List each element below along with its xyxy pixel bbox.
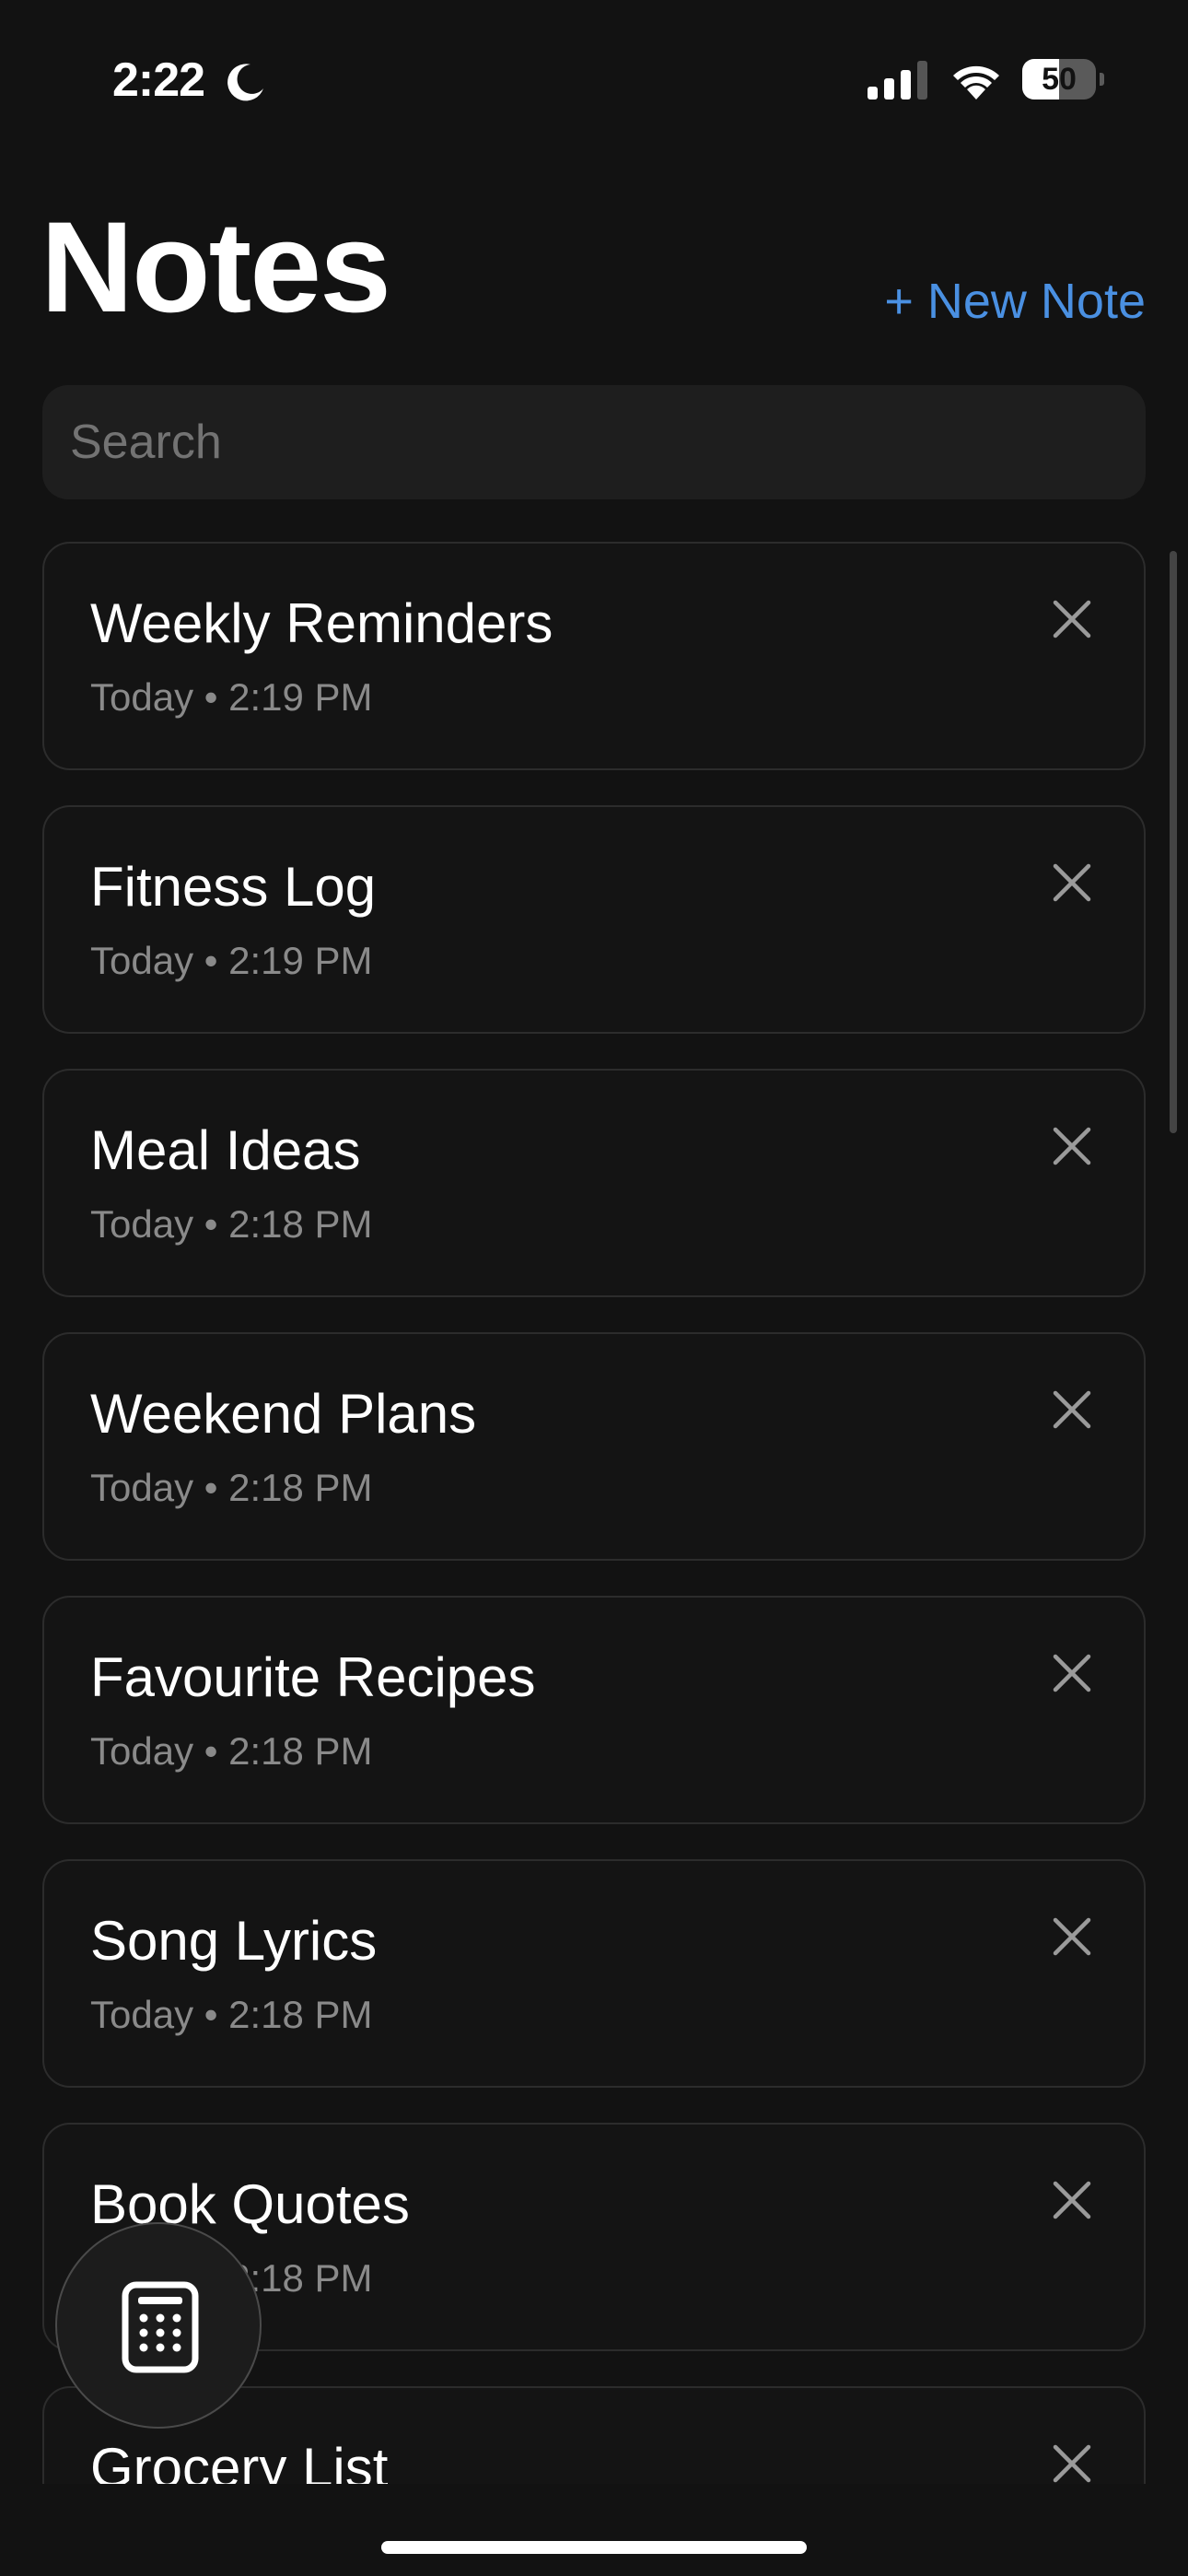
note-card[interactable]: Weekend Plans Today • 2:18 PM [42,1332,1146,1561]
note-title: Fitness Log [90,856,377,918]
bullet-separator: • [193,1466,229,1509]
note-time: 2:18 PM [228,1993,373,2036]
note-date: Today [90,1202,194,1246]
search-input[interactable] [42,385,1146,499]
note-card[interactable]: Song Lyrics Today • 2:18 PM [42,1859,1146,2088]
close-icon[interactable] [1050,1388,1094,1432]
note-time: 2:18 PM [228,1729,373,1773]
note-time: 2:18 PM [228,1202,373,1246]
close-icon[interactable] [1050,861,1094,905]
note-timestamp: Today • 2:19 PM [90,673,373,722]
close-icon[interactable] [1050,597,1094,641]
note-date: Today [90,1729,194,1773]
bullet-separator: • [193,1729,229,1773]
note-title: Weekend Plans [90,1383,477,1445]
close-icon[interactable] [1050,1124,1094,1168]
new-note-button[interactable]: + New Note [884,269,1146,334]
calculator-button[interactable] [55,2222,262,2429]
calculator-icon [122,2281,199,2373]
close-icon[interactable] [1050,1914,1094,1959]
note-timestamp: Today • 2:18 PM [90,1990,373,2040]
notes-list: Weekly Reminders Today • 2:19 PM Fitness L… [0,0,1188,2484]
bullet-separator: • [193,939,229,982]
note-title: Meal Ideas [90,1119,361,1181]
note-timestamp: Today • 2:18 PM [90,1200,373,1249]
note-time: 2:19 PM [228,675,373,719]
home-indicator[interactable] [381,2541,807,2554]
note-title: Grocery List [90,2437,389,2484]
bullet-separator: • [193,1202,229,1246]
close-icon[interactable] [1050,2441,1094,2484]
note-date: Today [90,939,194,982]
note-timestamp: Today • 2:19 PM [90,936,373,986]
note-date: Today [90,1993,194,2036]
note-date: Today [90,1466,194,1509]
close-icon[interactable] [1050,1651,1094,1695]
bullet-separator: • [193,1993,229,2036]
note-title: Weekly Reminders [90,592,553,654]
bullet-separator: • [193,675,229,719]
note-title: Favourite Recipes [90,1646,536,1708]
note-time: 2:19 PM [228,939,373,982]
page-title: Notes [41,194,391,339]
note-timestamp: Today • 2:18 PM [90,1463,373,1513]
note-timestamp: Today • 2:18 PM [90,1727,373,1776]
note-card[interactable]: Weekly Reminders Today • 2:19 PM [42,542,1146,770]
note-card[interactable]: Favourite Recipes Today • 2:18 PM [42,1596,1146,1824]
scrollbar[interactable] [1170,551,1177,1133]
note-date: Today [90,675,194,719]
note-time: 2:18 PM [228,1466,373,1509]
note-title: Song Lyrics [90,1910,378,1972]
note-card[interactable]: Meal Ideas Today • 2:18 PM [42,1069,1146,1297]
close-icon[interactable] [1050,2178,1094,2222]
note-card[interactable]: Fitness Log Today • 2:19 PM [42,805,1146,1034]
